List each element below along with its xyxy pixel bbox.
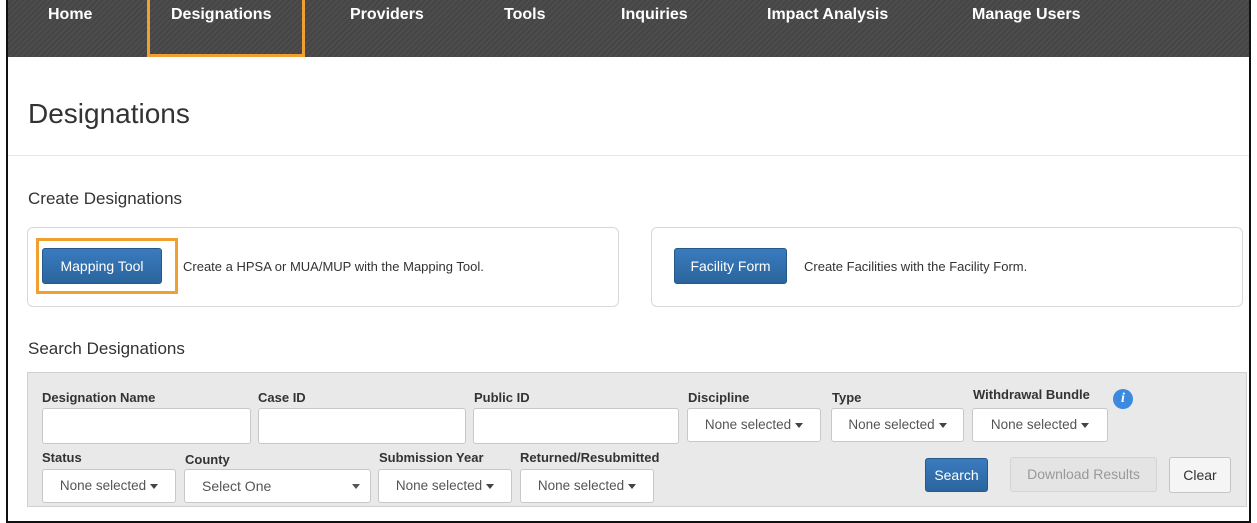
- county-value: Select One: [202, 478, 272, 494]
- search-panel: Designation Name Case ID Public ID Disci…: [27, 372, 1247, 507]
- nav-home[interactable]: Home: [48, 0, 92, 43]
- download-results-button[interactable]: Download Results: [1010, 457, 1157, 492]
- returned-resubmitted-caret-icon: [628, 483, 637, 489]
- status-dropdown[interactable]: None selected: [42, 469, 176, 503]
- type-caret-icon: [938, 422, 947, 428]
- page-title: Designations: [28, 98, 190, 129]
- submission-year-label: Submission Year: [379, 450, 484, 465]
- nav-impact-analysis-label: Impact Analysis: [767, 6, 889, 23]
- public-id-input[interactable]: [473, 408, 679, 444]
- nav-tools[interactable]: Tools: [504, 0, 545, 43]
- create-designations-heading: Create Designations: [28, 189, 183, 208]
- info-icon[interactable]: i: [1113, 389, 1133, 409]
- case-id-input[interactable]: [258, 408, 466, 444]
- nav-active-highlight: [147, 0, 305, 57]
- county-arrow-icon: [352, 484, 360, 489]
- facility-form-description: Create Facilities with the Facility Form…: [804, 259, 1028, 274]
- discipline-dropdown[interactable]: None selected: [687, 408, 821, 442]
- facility-form-button[interactable]: Facility Form: [674, 248, 787, 284]
- returned-resubmitted-dropdown[interactable]: None selected: [520, 469, 654, 503]
- county-select[interactable]: Select One: [184, 469, 371, 503]
- designation-name-input[interactable]: [42, 408, 251, 444]
- nav-inquiries-label: Inquiries: [621, 6, 688, 23]
- mapping-tool-card: Mapping Tool Create a HPSA or MUA/MUP wi…: [27, 227, 619, 307]
- clear-button[interactable]: Clear: [1169, 457, 1231, 493]
- returned-resubmitted-label: Returned/Resubmitted: [520, 450, 660, 465]
- search-designations-heading: Search Designations: [28, 339, 185, 358]
- discipline-caret-icon: [795, 422, 804, 428]
- nav-manage-users[interactable]: Manage Users: [972, 0, 1081, 43]
- search-button[interactable]: Search: [925, 458, 988, 492]
- withdrawal-bundle-caret-icon: [1081, 422, 1090, 428]
- returned-resubmitted-value: None selected: [537, 478, 625, 493]
- facility-form-card: Facility Form Create Facilities with the…: [651, 227, 1243, 307]
- nav-manage-users-label: Manage Users: [972, 6, 1081, 23]
- mapping-tool-highlight: [36, 238, 178, 294]
- type-value: None selected: [848, 417, 935, 432]
- withdrawal-bundle-label: Withdrawal Bundle: [973, 387, 1090, 402]
- withdrawal-bundle-dropdown[interactable]: None selected: [972, 408, 1108, 442]
- nav-providers[interactable]: Providers: [350, 0, 424, 43]
- submission-year-value: None selected: [395, 478, 483, 493]
- status-value: None selected: [59, 478, 147, 493]
- designation-name-label: Designation Name: [42, 390, 156, 405]
- submission-year-dropdown[interactable]: None selected: [378, 469, 512, 503]
- public-id-label: Public ID: [474, 390, 530, 405]
- nav-tools-label: Tools: [504, 6, 546, 23]
- nav-inquiries[interactable]: Inquiries: [621, 0, 688, 43]
- status-label: Status: [42, 450, 82, 465]
- discipline-label: Discipline: [688, 390, 750, 405]
- type-dropdown[interactable]: None selected: [831, 408, 964, 442]
- case-id-label: Case ID: [258, 390, 306, 405]
- status-caret-icon: [150, 483, 159, 489]
- divider: [8, 155, 1249, 156]
- main-navbar: Home Designations Providers Tools Inquir…: [8, 0, 1249, 57]
- nav-home-label: Home: [48, 6, 93, 23]
- county-label: County: [185, 452, 230, 467]
- withdrawal-bundle-value: None selected: [990, 417, 1078, 432]
- discipline-value: None selected: [704, 417, 792, 432]
- mapping-tool-description: Create a HPSA or MUA/MUP with the Mappin…: [183, 259, 484, 274]
- type-label: Type: [832, 390, 862, 405]
- nav-providers-label: Providers: [350, 6, 424, 23]
- submission-year-caret-icon: [486, 483, 495, 489]
- nav-impact-analysis[interactable]: Impact Analysis: [767, 0, 888, 43]
